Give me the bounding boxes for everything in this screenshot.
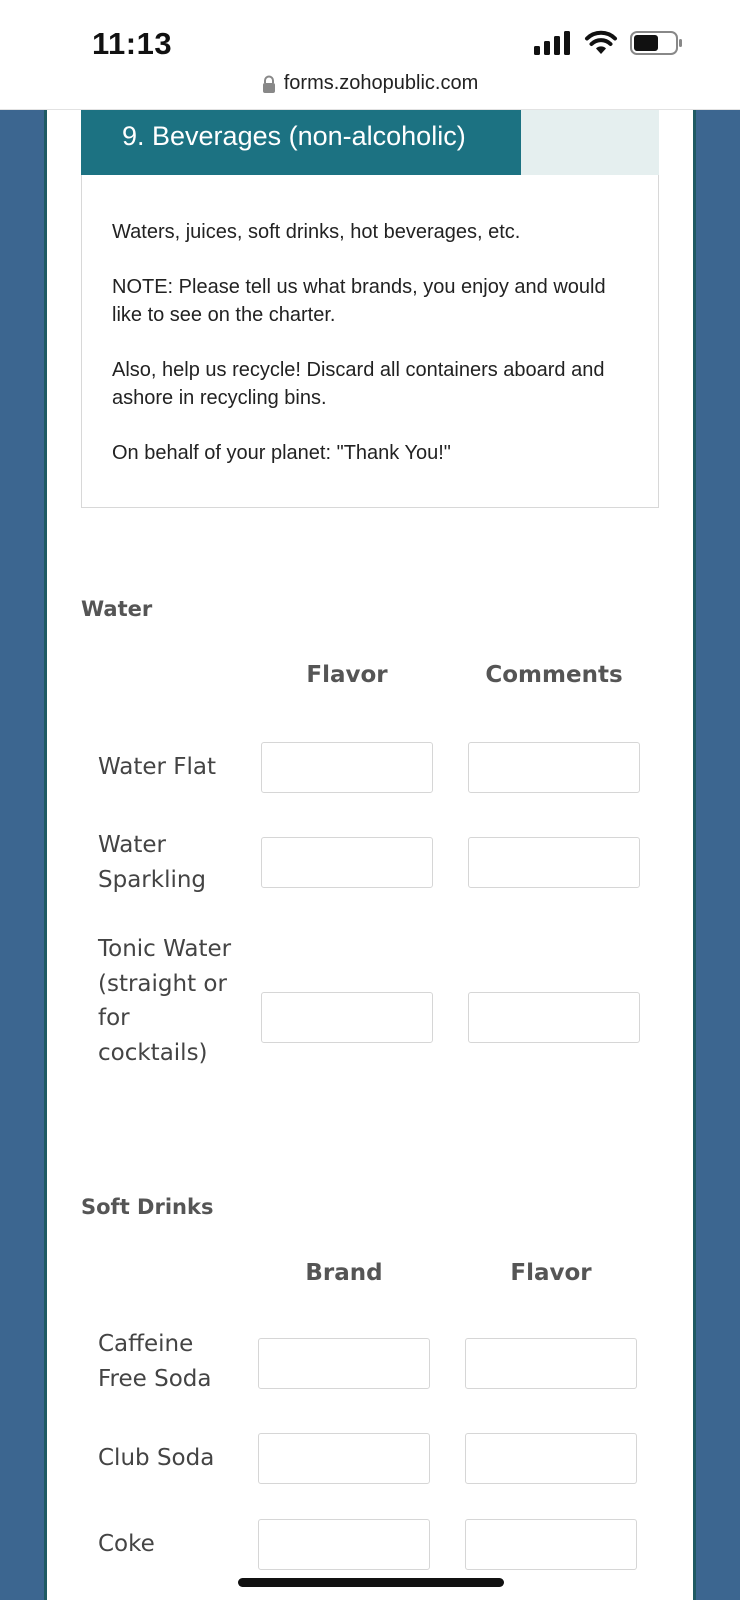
caffeine-free-soda-brand-input[interactable]: [258, 1338, 430, 1389]
row-label-coke: Coke: [98, 1531, 155, 1557]
lock-icon: [262, 75, 275, 93]
address-bar[interactable]: forms.zohopublic.com: [0, 72, 740, 95]
club-soda-brand-input[interactable]: [258, 1433, 430, 1484]
water-column-flavor: Flavor: [306, 662, 388, 688]
url-text[interactable]: forms.zohopublic.com: [284, 72, 479, 95]
status-icons: [534, 30, 684, 56]
soft-drinks-column-flavor: Flavor: [510, 1260, 592, 1286]
row-label-water-sparkling: Water Sparkling: [98, 832, 207, 893]
water-group-label: Water: [81, 597, 153, 621]
wifi-icon: [585, 30, 617, 54]
row-label-water-flat: Water Flat: [98, 754, 217, 780]
description-note: NOTE: Please tell us what brands, you en…: [112, 276, 606, 326]
soft-drinks-group-label: Soft Drinks: [81, 1195, 214, 1219]
water-sparkling-flavor-input[interactable]: [261, 837, 433, 888]
home-indicator[interactable]: [238, 1578, 504, 1587]
cellular-signal-icon: [534, 31, 570, 55]
tonic-water-comments-input[interactable]: [468, 992, 640, 1043]
water-sparkling-comments-input[interactable]: [468, 837, 640, 888]
status-time: 11:13: [92, 26, 173, 61]
section-title: 9. Beverages (non-alcoholic): [81, 110, 521, 175]
section-header: 9. Beverages (non-alcoholic): [81, 110, 659, 175]
water-flat-flavor-input[interactable]: [261, 742, 433, 793]
page-background-left: [0, 110, 46, 1600]
row-label-caffeine-free-soda: Caffeine Free Soda: [98, 1331, 212, 1392]
description-thanks: On behalf of your planet: "Thank You!": [112, 442, 451, 464]
coke-brand-input[interactable]: [258, 1519, 430, 1570]
status-bar: 11:13 forms.zohopublic.com: [0, 0, 740, 110]
section-description: Waters, juices, soft drinks, hot beverag…: [81, 175, 659, 508]
battery-icon: [630, 31, 682, 55]
club-soda-flavor-input[interactable]: [465, 1433, 637, 1484]
tonic-water-flavor-input[interactable]: [261, 992, 433, 1043]
description-recycle: Also, help us recycle! Discard all conta…: [112, 359, 605, 409]
form-border-left: [44, 110, 47, 1600]
description-line: Waters, juices, soft drinks, hot beverag…: [112, 221, 521, 243]
page-background-right: [694, 110, 740, 1600]
form-border-right: [693, 110, 696, 1600]
row-label-tonic-water: Tonic Water (straight or for cocktails): [98, 936, 232, 1066]
water-flat-comments-input[interactable]: [468, 742, 640, 793]
soft-drinks-column-brand: Brand: [305, 1260, 383, 1286]
row-label-club-soda: Club Soda: [98, 1445, 215, 1471]
coke-flavor-input[interactable]: [465, 1519, 637, 1570]
caffeine-free-soda-flavor-input[interactable]: [465, 1338, 637, 1389]
water-column-comments: Comments: [485, 662, 623, 688]
